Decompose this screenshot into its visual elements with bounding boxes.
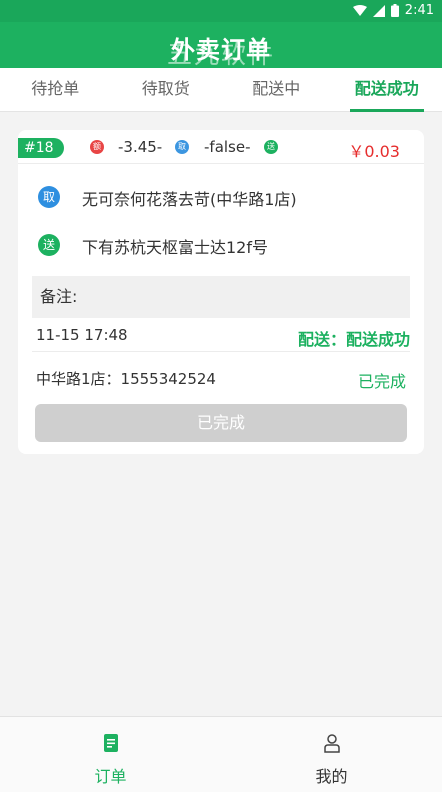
nav-item-profile[interactable]: 我的 — [221, 717, 442, 792]
app-bar: 五九软件 外卖订单 — [0, 22, 442, 69]
user-profile-icon — [323, 734, 340, 753]
order-card-header: #18 额 -3.45- 取 -false- 送 ￥0.03 — [18, 130, 424, 164]
delivery-badge-icon: 送 — [38, 234, 60, 256]
bottom-nav: 订单 我的 — [0, 716, 442, 792]
battery-icon — [390, 4, 399, 17]
tab-pending-pickup[interactable]: 待取货 — [111, 68, 222, 111]
nav-label-profile: 我的 — [315, 767, 348, 786]
status-icons: 2:41 — [352, 3, 434, 18]
pickup-badge-icon: 取 — [38, 186, 60, 208]
order-status-tabs: 待抢单 待取货 配送中 配送成功 — [0, 68, 442, 112]
delivery-status: 配送：配送成功 — [297, 330, 410, 349]
amount-marker-icon: 额 — [90, 140, 104, 154]
order-card[interactable]: #18 额 -3.45- 取 -false- 送 ￥0.03 取 无可奈何花落去… — [18, 130, 424, 454]
delivery-marker-icon: 送 — [264, 140, 278, 154]
completed-button[interactable]: 已完成 — [35, 404, 407, 442]
nav-label-orders: 订单 — [94, 767, 127, 786]
order-note: 备注: — [32, 276, 410, 318]
wifi-icon — [352, 4, 367, 16]
order-price: ￥0.03 — [348, 142, 400, 161]
delivery-address: 下有苏杭天枢富士达12f号 — [82, 238, 268, 257]
tab-pending-grab[interactable]: 待抢单 — [0, 68, 111, 111]
store-phone[interactable]: 中华路1店：1555342524 — [36, 368, 216, 389]
order-value-1: -3.45- — [118, 138, 163, 156]
tab-delivered[interactable]: 配送成功 — [332, 68, 442, 112]
signal-icon — [372, 4, 385, 17]
nav-item-orders[interactable]: 订单 — [0, 717, 221, 792]
order-list-icon — [103, 734, 118, 752]
tab-delivering[interactable]: 配送中 — [221, 68, 332, 111]
pickup-marker-icon: 取 — [175, 140, 189, 154]
order-time-row: 11-15 17:48 配送：配送成功 — [32, 320, 410, 352]
status-time: 2:41 — [404, 3, 434, 18]
completed-status: 已完成 — [357, 372, 406, 391]
order-time: 11-15 17:48 — [36, 326, 128, 344]
store-info-row: 中华路1店：1555342524 已完成 — [32, 364, 410, 392]
order-value-2: -false- — [204, 138, 251, 156]
pickup-address: 无可奈何花落去苛(中华路1店) — [82, 190, 297, 209]
order-number-badge: #18 — [18, 138, 64, 158]
pickup-address-row: 取 无可奈何花落去苛(中华路1店) — [18, 174, 424, 220]
delivery-address-row: 送 下有苏杭天枢富士达12f号 — [18, 222, 424, 268]
status-bar: 2:41 — [0, 0, 442, 22]
page-title: 外卖订单 — [171, 36, 271, 64]
